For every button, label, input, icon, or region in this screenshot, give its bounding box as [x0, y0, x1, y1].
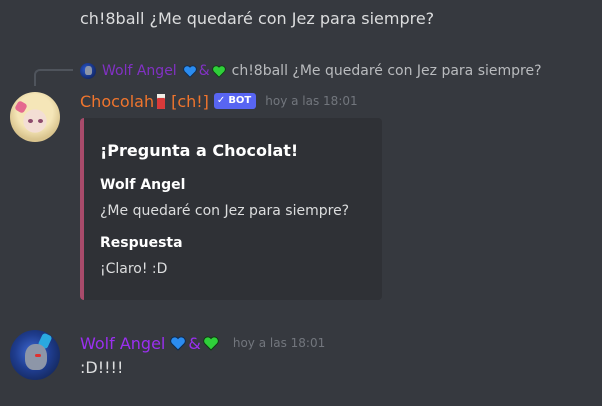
- chat-messages: ch!8ball ¿Me quedaré con Jez para siempr…: [0, 0, 602, 406]
- reply-reference[interactable]: Wolf Angel & ch!8ball ¿Me quedaré con Je…: [80, 60, 542, 82]
- author-amp: &: [188, 333, 201, 353]
- reply-amp: &: [198, 63, 210, 79]
- embed-field-value: ¿Me quedaré con Jez para siempre?: [100, 203, 350, 219]
- reply-avatar[interactable]: [80, 63, 96, 79]
- avatar[interactable]: [10, 92, 60, 142]
- reply-text[interactable]: ch!8ball ¿Me quedaré con Jez para siempr…: [232, 63, 542, 79]
- chocolate-drink-icon: [156, 93, 166, 110]
- green-heart-icon: [211, 64, 226, 78]
- message-header: Chocolah [ch!] ✓ BOT hoy a las 18:01: [80, 90, 358, 112]
- message-text: :D!!!!: [80, 358, 124, 377]
- blue-heart-icon: [170, 335, 187, 351]
- reply-spine: [34, 69, 73, 86]
- embed-field-name: Respuesta: [100, 235, 183, 251]
- embed-field-value: ¡Claro! :D: [100, 261, 168, 277]
- avatar[interactable]: [10, 330, 60, 380]
- verified-check-icon: ✓: [216, 95, 226, 106]
- message-text: ch!8ball ¿Me quedaré con Jez para siempr…: [80, 9, 435, 28]
- embed-field-name: Wolf Angel: [100, 177, 186, 193]
- green-heart-icon: [203, 335, 219, 351]
- embed: ¡Pregunta a Chocolat! Wolf Angel ¿Me que…: [80, 118, 382, 300]
- author-tag[interactable]: [ch!]: [171, 92, 209, 111]
- bot-badge-label: BOT: [228, 95, 252, 106]
- timestamp[interactable]: hoy a las 18:01: [265, 94, 357, 108]
- message-header: Wolf Angel & hoy a las 18:01: [80, 331, 325, 355]
- bot-badge: ✓ BOT: [213, 93, 257, 109]
- author-name[interactable]: Wolf Angel: [80, 334, 165, 353]
- embed-title: ¡Pregunta a Chocolat!: [100, 141, 299, 160]
- blue-heart-icon: [182, 64, 197, 78]
- reply-author-name[interactable]: Wolf Angel: [102, 63, 177, 79]
- timestamp[interactable]: hoy a las 18:01: [233, 336, 325, 350]
- author-name[interactable]: Chocolah: [80, 92, 154, 111]
